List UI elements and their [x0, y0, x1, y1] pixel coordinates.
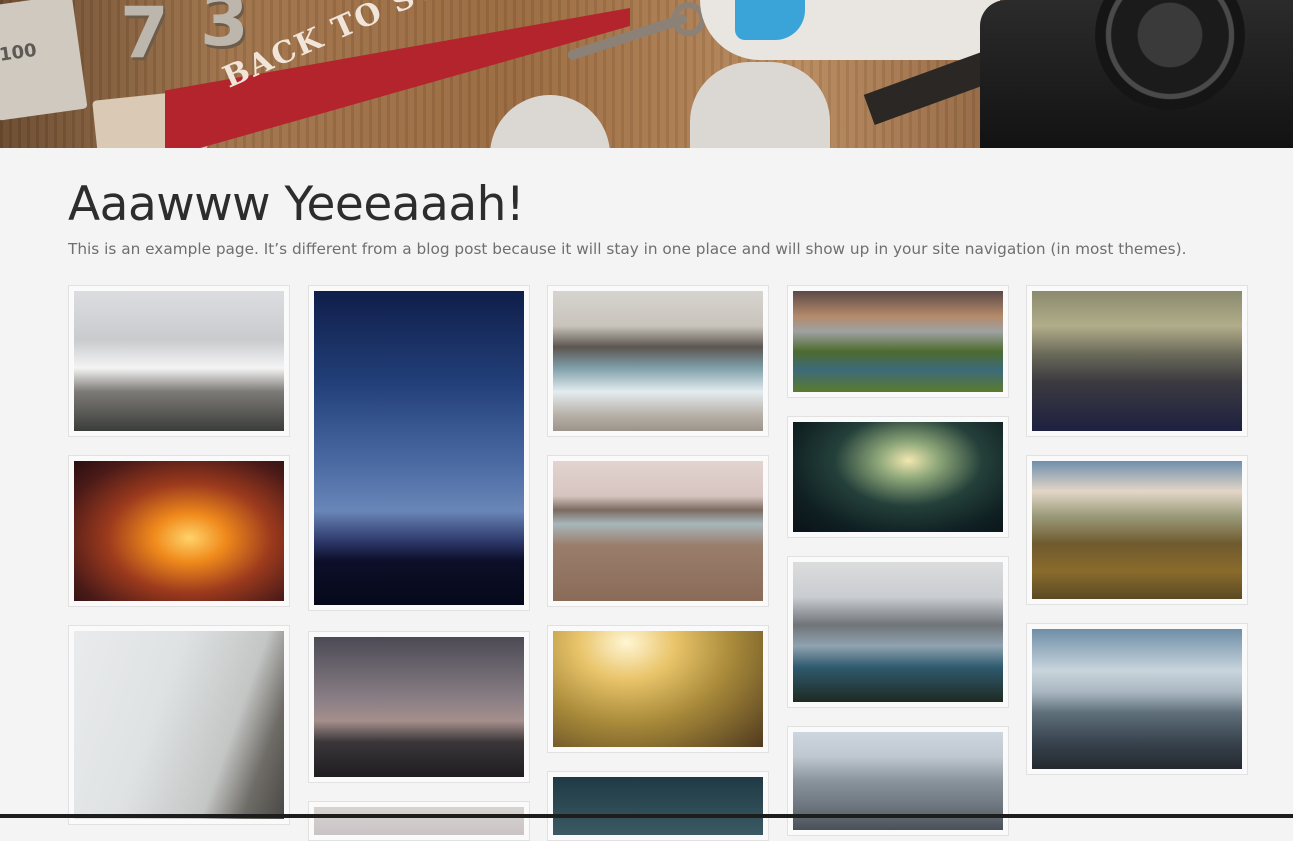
image-partial-2: [314, 807, 524, 835]
gallery-image-snowy-mountain-birds[interactable]: [68, 285, 290, 437]
gallery-grid: [0, 0, 1293, 841]
image-snowy-mountain: [74, 291, 284, 431]
gallery-image-mountain-range[interactable]: [787, 726, 1009, 836]
image-bridge: [314, 637, 524, 777]
gallery-image-misty-valley[interactable]: [1026, 623, 1248, 775]
gallery-image-bottom-partial-2[interactable]: [308, 801, 530, 841]
image-tree-road: [793, 422, 1003, 532]
gallery-image-bottom-partial-3[interactable]: [547, 771, 769, 841]
bottom-edge-bar: [0, 814, 1293, 818]
image-misty-valley: [1032, 629, 1242, 769]
image-lake-grass: [553, 461, 763, 601]
gallery-image-canyon-glow[interactable]: [68, 455, 290, 607]
gallery-image-lake-grassland[interactable]: [547, 455, 769, 607]
gallery-image-bridge-dusk[interactable]: [308, 631, 530, 783]
gallery-image-forest-lake[interactable]: [787, 285, 1009, 398]
image-canyon: [74, 461, 284, 601]
image-ocean-rocks: [553, 291, 763, 431]
image-milky-way: [314, 291, 524, 605]
gallery-image-foggy-peak[interactable]: [1026, 285, 1248, 437]
gallery-image-ocean-rocks[interactable]: [547, 285, 769, 437]
image-forest-lake: [793, 291, 1003, 392]
gallery-image-sunlit-meadow[interactable]: [547, 625, 769, 753]
gallery-image-misty-cliff[interactable]: [68, 625, 290, 825]
image-misty-cliff: [74, 631, 284, 819]
gallery-image-green-hills[interactable]: [1026, 455, 1248, 605]
gallery-image-milky-way[interactable]: [308, 285, 530, 611]
image-foggy-peak: [1032, 291, 1242, 431]
image-green-hills: [1032, 461, 1242, 599]
image-partial-3: [553, 777, 763, 835]
gallery-image-tree-road[interactable]: [787, 416, 1009, 538]
image-sunlit-meadow: [553, 631, 763, 747]
image-mountain-lake: [793, 562, 1003, 702]
gallery-image-mountain-lake[interactable]: [787, 556, 1009, 708]
